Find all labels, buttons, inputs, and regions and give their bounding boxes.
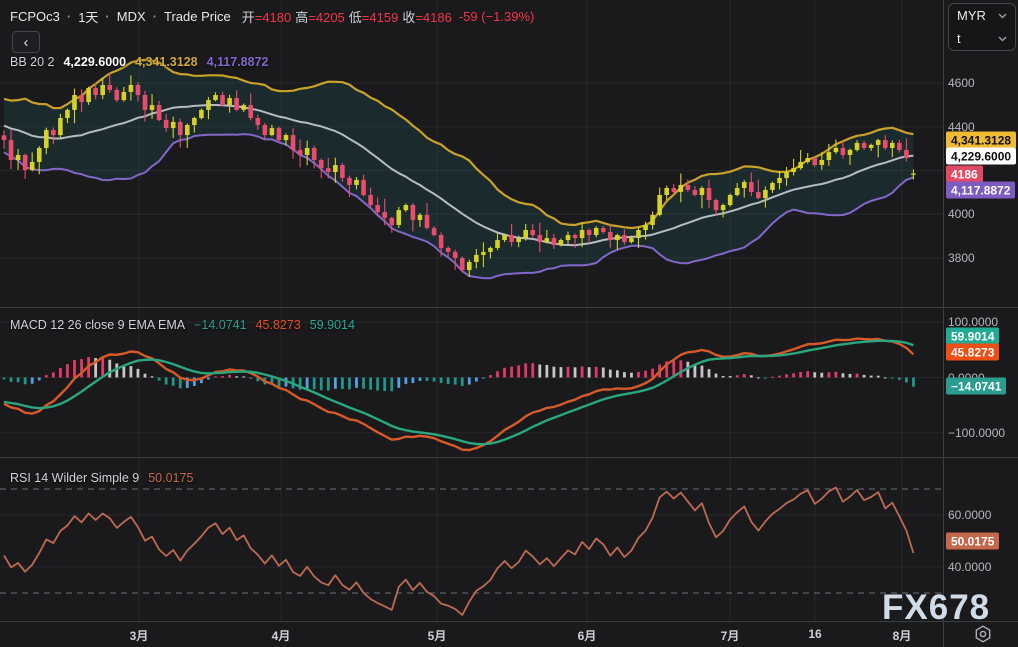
separator-dot: · <box>67 9 71 24</box>
back-button[interactable]: ‹ <box>12 31 40 53</box>
ohlc-pair: 低=4159 <box>349 10 399 25</box>
macd-histogram-value: −14.0741 <box>194 318 246 332</box>
price-axis-badge: 4,117.8872 <box>946 182 1015 199</box>
ohlc-pair: 高=4205 <box>295 10 345 25</box>
unit-selector[interactable]: t <box>949 27 1015 50</box>
interval-label[interactable]: 1天 <box>78 7 98 26</box>
price-axis-badge: 4,229.6000 <box>946 148 1016 165</box>
time-axis[interactable]: 3月 4月 5月 6月 7月 16 8月 <box>0 622 1018 647</box>
selector-box: MYR t <box>948 3 1016 51</box>
macd-title: MACD 12 26 close 9 EMA EMA <box>10 318 185 332</box>
chevron-down-icon <box>998 36 1007 42</box>
rsi-legend[interactable]: RSI 14 Wilder Simple 9 50.0175 <box>10 471 193 485</box>
rsi-axis-tick: 40.0000 <box>948 560 991 574</box>
time-axis-label[interactable]: 16 <box>808 627 821 641</box>
exchange-label: MDX <box>117 9 146 24</box>
bb-upper-value: 4,341.3128 <box>135 55 198 69</box>
bb-legend[interactable]: BB 20 2 4,229.6000 4,341.3128 4,117.8872 <box>10 55 268 69</box>
bb-lower-value: 4,117.8872 <box>207 55 269 69</box>
macd-legend[interactable]: MACD 12 26 close 9 EMA EMA −14.0741 45.8… <box>10 318 355 332</box>
price-axis-tick: 4600 <box>948 76 975 90</box>
rsi-value: 50.0175 <box>148 471 193 485</box>
price-axis-badge: 4,341.3128 <box>946 132 1016 149</box>
bb-middle-value: 4,229.6000 <box>63 55 126 69</box>
macd-axis-badge: −14.0741 <box>946 378 1006 395</box>
currency-label: MYR <box>957 8 986 23</box>
series-label: Trade Price <box>164 9 231 24</box>
price-axis-badge: 4186 <box>946 166 983 183</box>
macd-axis-badge: 59.9014 <box>946 328 999 345</box>
rsi-axis-badge: 50.0175 <box>946 533 999 550</box>
time-axis-label[interactable]: 4月 <box>272 627 291 644</box>
ohlc-values: 开=4180高=4205 低=4159收=4186 <box>238 7 452 26</box>
separator-dot: · <box>153 9 157 24</box>
macd-axis-badge: 45.8273 <box>946 344 999 361</box>
rsi-title: RSI 14 Wilder Simple 9 <box>10 471 139 485</box>
watermark: FX678 <box>882 588 990 628</box>
price-axis-tick: 3800 <box>948 251 975 265</box>
time-axis-label[interactable]: 5月 <box>428 627 447 644</box>
macd-axis-tick: −100.0000 <box>948 426 1005 440</box>
symbol-header: FCPOc3 · 1天 · MDX · Trade Price 开=4180高=… <box>10 8 534 24</box>
macd-signal-value: 59.9014 <box>310 318 355 332</box>
unit-label: t <box>957 31 961 46</box>
separator-dot: · <box>105 9 109 24</box>
change-value: -59 (−1.39%) <box>459 9 535 24</box>
time-axis-label[interactable]: 3月 <box>130 627 149 644</box>
trading-chart-app: FCPOc3 · 1天 · MDX · Trade Price 开=4180高=… <box>0 0 1018 647</box>
symbol-name[interactable]: FCPOc3 <box>10 9 60 24</box>
time-axis-label[interactable]: 7月 <box>721 627 740 644</box>
chevron-down-icon <box>998 13 1007 19</box>
bb-title: BB 20 2 <box>10 55 54 69</box>
price-axis-tick: 4000 <box>948 207 975 221</box>
ohlc-pair: 开=4180 <box>242 10 292 25</box>
macd-line-value: 45.8273 <box>256 318 301 332</box>
currency-selector[interactable]: MYR <box>949 4 1015 27</box>
ohlc-pair: 收=4186 <box>402 10 452 25</box>
time-axis-label[interactable]: 6月 <box>578 627 597 644</box>
rsi-axis-tick: 60.0000 <box>948 508 991 522</box>
time-axis-label[interactable]: 8月 <box>893 627 912 644</box>
